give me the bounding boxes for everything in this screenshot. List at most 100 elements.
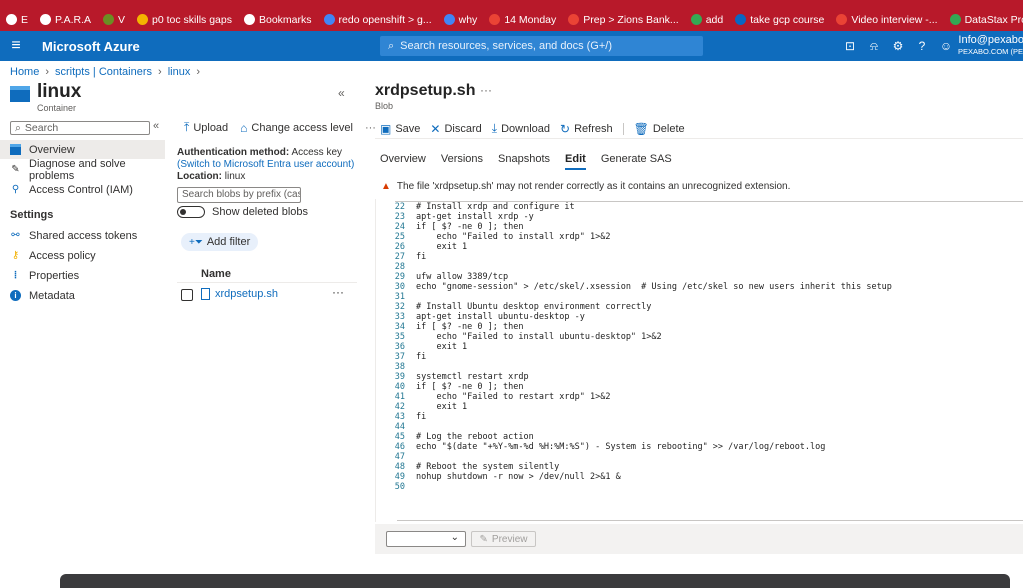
tab-generate-sas[interactable]: Generate SAS xyxy=(601,153,672,170)
feedback-icon[interactable]: ☺ xyxy=(938,38,954,54)
bookmark-favicon-icon xyxy=(40,14,52,25)
menu-search-placeholder: Search xyxy=(24,122,59,134)
tab-snapshots[interactable]: Snapshots xyxy=(498,153,550,170)
collapse-panel-icon[interactable]: « xyxy=(338,86,345,100)
close-icon: ✕ xyxy=(430,121,441,136)
bookmark-item[interactable]: p0 toc skills gaps xyxy=(137,14,232,26)
save-label: Save xyxy=(395,122,421,135)
switch-auth-link[interactable]: (Switch to Microsoft Entra user account) xyxy=(177,159,354,170)
bookmark-label: E xyxy=(21,13,29,26)
bookmark-item[interactable]: P.A.R.A xyxy=(40,14,91,26)
location-value: linux xyxy=(222,171,246,182)
breadcrumb-home[interactable]: Home xyxy=(10,66,39,78)
bookmark-label: V xyxy=(118,13,126,26)
bookmark-item[interactable]: redo openshift > g... xyxy=(323,14,432,26)
code-line: 26 exit 1 xyxy=(376,242,892,252)
bookmark-label: Prep > Zions Bank... xyxy=(583,13,679,26)
sidebar-item-access-policy[interactable]: ⚷ Access policy xyxy=(0,246,165,265)
collapse-menu-icon[interactable]: « xyxy=(153,120,159,132)
bookmarks-bar: E P.A.R.A Vp0 toc skills gaps Bookmarks redo… xyxy=(0,8,1023,31)
code-editor[interactable]: 22 # Install xrdp and configure it 23 apt-g… xyxy=(375,199,1023,522)
bookmark-item[interactable]: Video interview -... xyxy=(836,14,938,26)
bookmark-item[interactable]: 14 Monday xyxy=(489,14,556,26)
refresh-button[interactable]: ↻ Refresh xyxy=(560,122,613,136)
bookmark-label: why xyxy=(458,13,478,26)
search-icon: ⌕ xyxy=(388,39,395,52)
line-number: 23 xyxy=(394,212,405,222)
bookmark-item[interactable]: Prep > Zions Bank... xyxy=(568,13,679,26)
line-number: 50 xyxy=(394,482,405,492)
line-number: 33 xyxy=(394,312,405,322)
download-button[interactable]: ⤓ Download xyxy=(492,121,550,136)
line-number: 29 xyxy=(394,272,405,282)
tab-versions[interactable]: Versions xyxy=(441,153,483,170)
line-text: # Log the reboot action xyxy=(416,432,534,442)
bookmark-item[interactable]: take gcp course xyxy=(735,14,824,26)
sidebar-item-properties[interactable]: ⦙ Properties xyxy=(0,266,165,285)
global-search-placeholder: Search resources, services, and docs (G+… xyxy=(400,40,613,52)
render-warning: ▲ The file 'xrdpsetup.sh' may not render… xyxy=(381,181,790,192)
bookmark-favicon-icon xyxy=(244,14,255,25)
line-text: echo "Failed to install xrdp" 1>&2 xyxy=(416,232,611,242)
azure-header: ≡ Microsoft Azure ⌕ Search resources, se… xyxy=(0,31,1023,61)
row-select-checkbox[interactable] xyxy=(181,289,193,301)
tab-edit[interactable]: Edit xyxy=(565,153,586,170)
portal-brand[interactable]: Microsoft Azure xyxy=(42,39,140,54)
add-filter-button[interactable]: +⏷ Add filter xyxy=(181,233,259,251)
global-search-input[interactable]: ⌕ Search resources, services, and docs (… xyxy=(380,36,703,56)
blob-more-button[interactable]: ··· xyxy=(480,83,492,97)
settings-gear-icon[interactable]: ⚙ xyxy=(890,38,906,54)
hamburger-menu-icon[interactable]: ≡ xyxy=(0,37,32,55)
line-number: 30 xyxy=(394,282,405,292)
breadcrumb-linux[interactable]: linux xyxy=(168,66,191,78)
cloud-shell-icon[interactable]: ⊡ xyxy=(842,38,858,54)
bookmark-item[interactable]: DataStax Producti... xyxy=(949,14,1023,26)
bookmark-item[interactable]: why xyxy=(443,13,478,26)
sidebar-item-label: Diagnose and solve problems xyxy=(29,157,126,182)
save-button[interactable]: ▣ Save xyxy=(380,122,420,136)
bookmark-item[interactable]: E xyxy=(6,14,28,26)
discard-button[interactable]: ✕ Discard xyxy=(430,122,481,136)
help-question-icon[interactable]: ? xyxy=(914,38,930,54)
line-number: 22 xyxy=(394,202,405,212)
code-line: 36 exit 1 xyxy=(376,342,892,352)
upload-icon: ⤒ xyxy=(184,120,190,134)
language-select[interactable]: ⌄ xyxy=(386,531,466,547)
breadcrumb-containers[interactable]: scritpts | Containers xyxy=(55,66,152,78)
sidebar-item-diagnose[interactable]: ✎ Diagnose and solve problems xyxy=(0,157,165,182)
name-column-header[interactable]: Name xyxy=(201,268,231,280)
bookmark-favicon-icon xyxy=(489,14,501,25)
sidebar-item-shared-access-tokens[interactable]: ⚯ Shared access tokens xyxy=(0,226,165,245)
code-line: 41 echo "Failed to restart xrdp" 1>&2 xyxy=(376,392,892,402)
account-menu[interactable]: Info@pexabo PEXABO.COM (PEXAB xyxy=(958,35,1023,57)
line-text xyxy=(405,362,416,372)
blob-prefix-search-input[interactable]: Search blobs by prefix (case-... xyxy=(177,187,301,203)
bookmark-item[interactable]: add xyxy=(690,14,723,26)
search-icon: ⌕ xyxy=(15,121,21,134)
notifications-bell-icon[interactable]: ⍾ xyxy=(866,38,882,54)
sidebar-item-overview[interactable]: Overview xyxy=(0,140,165,159)
sidebar-item-iam[interactable]: ⚲ Access Control (IAM) xyxy=(0,180,165,199)
line-text: if [ $? -ne 0 ]; then xyxy=(416,322,524,332)
code-line: 37 fi xyxy=(376,352,892,362)
bookmark-favicon-icon xyxy=(690,14,702,25)
menu-search-input[interactable]: ⌕ Search xyxy=(10,121,150,135)
line-text: echo "Failed to restart xrdp" 1>&2 xyxy=(416,392,611,402)
bookmark-item[interactable]: Bookmarks xyxy=(244,14,312,26)
more-actions-button[interactable]: ··· xyxy=(365,122,376,134)
row-more-button[interactable]: ··· xyxy=(332,285,344,299)
preview-button[interactable]: ✎ Preview xyxy=(471,531,536,547)
overview-icon xyxy=(10,144,21,155)
line-text: echo "gnome-session" > /etc/skel/.xsessi… xyxy=(416,282,892,292)
change-access-level-button[interactable]: ⌂ Change access level xyxy=(240,121,353,135)
show-deleted-blobs-toggle[interactable] xyxy=(177,206,205,218)
toolbar-divider xyxy=(622,122,624,135)
code-line: 25 echo "Failed to install xrdp" 1>&2 xyxy=(376,232,892,242)
tab-overview[interactable]: Overview xyxy=(380,153,426,170)
bookmark-item[interactable]: V xyxy=(103,14,125,26)
delete-button[interactable]: 🗑︎ Delete xyxy=(634,122,685,136)
bookmark-favicon-icon xyxy=(137,14,149,25)
sidebar-item-metadata[interactable]: i Metadata xyxy=(0,286,165,305)
blob-name-link[interactable]: xrdpsetup.sh xyxy=(215,288,278,300)
upload-button[interactable]: ⤒ Upload xyxy=(184,120,228,135)
